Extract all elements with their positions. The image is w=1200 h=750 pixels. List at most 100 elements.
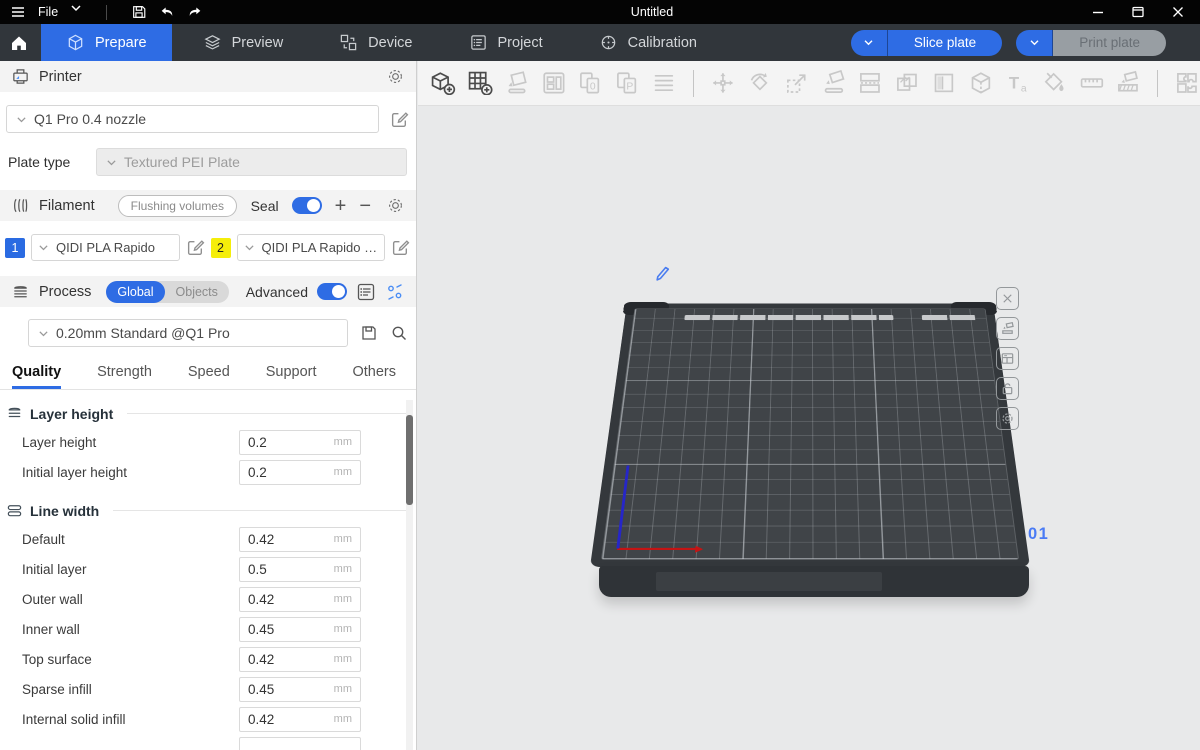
process-tab-quality[interactable]: Quality	[12, 364, 61, 389]
home-button[interactable]	[0, 24, 38, 61]
scope-objects[interactable]: Objects	[165, 281, 229, 303]
add-filament-button[interactable]: +	[335, 196, 347, 216]
filament-value: QIDI PLA Rapido M...	[262, 240, 379, 255]
plate-settings-icon[interactable]	[996, 407, 1019, 430]
layers-editing-icon[interactable]	[651, 70, 677, 97]
file-menu-chevron-icon[interactable]	[70, 4, 82, 20]
flushing-volumes-button[interactable]: Flushing volumes	[118, 195, 237, 217]
y-axis-indicator	[616, 465, 629, 548]
tab-device[interactable]: Device	[314, 24, 437, 61]
svg-text:P: P	[627, 81, 634, 92]
redo-icon[interactable]	[187, 4, 203, 20]
auto-orient-icon[interactable]	[504, 70, 530, 97]
cut-icon[interactable]	[968, 70, 994, 97]
arrange-icon[interactable]	[541, 70, 567, 97]
search-params-icon[interactable]	[390, 324, 408, 342]
tab-project[interactable]: Project	[444, 24, 568, 61]
printer-preset-select[interactable]: Q1 Pro 0.4 nozzle	[6, 105, 379, 133]
param-input[interactable]: 0.2mm	[239, 460, 361, 485]
text-icon[interactable]: Ta	[1005, 70, 1031, 97]
param-input[interactable]: 0.42mm	[239, 587, 361, 612]
printer-settings-gear-icon[interactable]	[386, 67, 405, 86]
rename-plate-pencil-icon[interactable]	[653, 261, 673, 281]
undo-icon[interactable]	[159, 4, 175, 20]
build-plate-handle	[656, 572, 882, 591]
filament-select-1[interactable]: QIDI PLA Rapido	[31, 234, 180, 261]
param-row: Sparse infill0.45mm	[22, 674, 361, 704]
filament-color-swatch[interactable]: 1	[5, 238, 25, 258]
file-menu[interactable]: File	[38, 5, 58, 19]
filter-params-icon[interactable]	[385, 282, 405, 302]
build-plate-surface[interactable]	[601, 308, 1019, 559]
scale-icon[interactable]	[784, 70, 810, 97]
assembly-icon[interactable]	[1174, 70, 1200, 97]
sidebar-scrollbar-thumb[interactable]	[406, 415, 413, 505]
auto-arrange-plate-icon[interactable]	[996, 317, 1019, 340]
print-options-chevron[interactable]	[1016, 30, 1053, 56]
rearrange-plate-icon[interactable]	[996, 347, 1019, 370]
param-label: Default	[22, 532, 239, 547]
svg-text:0: 0	[590, 81, 596, 92]
paste-icon[interactable]: P	[614, 70, 640, 97]
param-input[interactable]: 0.45mm	[239, 677, 361, 702]
slice-plate-button[interactable]: Slice plate	[888, 30, 1002, 56]
process-tab-bar: Quality Strength Speed Support Others	[0, 347, 416, 390]
plate-type-select[interactable]: Textured PEI Plate	[96, 148, 407, 176]
seam-paint-icon[interactable]	[1115, 70, 1141, 97]
split-to-plates-icon[interactable]	[857, 70, 883, 97]
add-plate-icon[interactable]	[467, 70, 493, 97]
minimize-button[interactable]	[1090, 4, 1106, 20]
mesh-boolean-icon[interactable]	[894, 70, 920, 97]
process-tab-others[interactable]: Others	[352, 364, 396, 389]
process-tab-speed[interactable]: Speed	[188, 364, 230, 389]
parameter-list-icon[interactable]	[356, 282, 376, 302]
filament-select-2[interactable]: QIDI PLA Rapido M...	[237, 234, 386, 261]
add-object-icon[interactable]	[430, 70, 456, 97]
lock-plate-icon[interactable]	[996, 377, 1019, 400]
plate-number-label[interactable]: 01	[1028, 525, 1049, 544]
process-tab-support[interactable]: Support	[266, 364, 317, 389]
delete-plate-icon[interactable]	[996, 287, 1019, 310]
print-plate-button[interactable]: Print plate	[1053, 30, 1166, 56]
param-input[interactable]: 0.5mm	[239, 557, 361, 582]
maximize-button[interactable]	[1130, 4, 1146, 20]
support-paint-icon[interactable]	[931, 70, 957, 97]
process-preset-select[interactable]: 0.20mm Standard @Q1 Pro	[28, 319, 348, 347]
save-preset-icon[interactable]	[360, 324, 378, 342]
group-title: Line width	[30, 503, 99, 519]
tab-label: Preview	[232, 35, 284, 51]
cube-icon	[66, 33, 85, 52]
edit-filament-icon[interactable]	[391, 238, 410, 257]
lay-on-face-icon[interactable]	[821, 70, 847, 97]
process-tab-strength[interactable]: Strength	[97, 364, 152, 389]
viewport-3d-canvas[interactable]: 01	[418, 107, 1200, 750]
tab-prepare[interactable]: Prepare	[41, 24, 172, 61]
advanced-toggle[interactable]	[317, 283, 347, 300]
param-input[interactable]: 0.42mm	[239, 527, 361, 552]
build-plate[interactable]	[590, 303, 1030, 567]
edit-printer-preset-icon[interactable]	[390, 110, 409, 129]
close-button[interactable]	[1170, 4, 1186, 20]
filament-color-swatch[interactable]: 2	[211, 238, 231, 258]
measure-icon[interactable]	[1079, 70, 1105, 97]
seal-toggle[interactable]	[292, 197, 322, 214]
advanced-label: Advanced	[246, 284, 308, 300]
color-paint-icon[interactable]	[1042, 70, 1068, 97]
param-input[interactable]: 0.45mm	[239, 617, 361, 642]
param-input[interactable]: 0.42mm	[239, 707, 361, 732]
slice-options-chevron[interactable]	[851, 30, 888, 56]
save-icon[interactable]	[131, 4, 147, 20]
scope-global[interactable]: Global	[106, 281, 164, 303]
move-icon[interactable]	[710, 70, 736, 97]
copy-icon[interactable]: 0	[577, 70, 603, 97]
filament-settings-gear-icon[interactable]	[386, 196, 405, 215]
tab-preview[interactable]: Preview	[178, 24, 309, 61]
param-unit: mm	[334, 563, 352, 575]
param-input[interactable]: 0.2mm	[239, 430, 361, 455]
param-input[interactable]: 0.42mm	[239, 647, 361, 672]
rotate-icon[interactable]	[747, 70, 773, 97]
remove-filament-button[interactable]: −	[359, 196, 371, 216]
hamburger-menu-icon[interactable]	[10, 4, 26, 20]
tab-calibration[interactable]: Calibration	[574, 24, 722, 61]
edit-filament-icon[interactable]	[186, 238, 205, 257]
